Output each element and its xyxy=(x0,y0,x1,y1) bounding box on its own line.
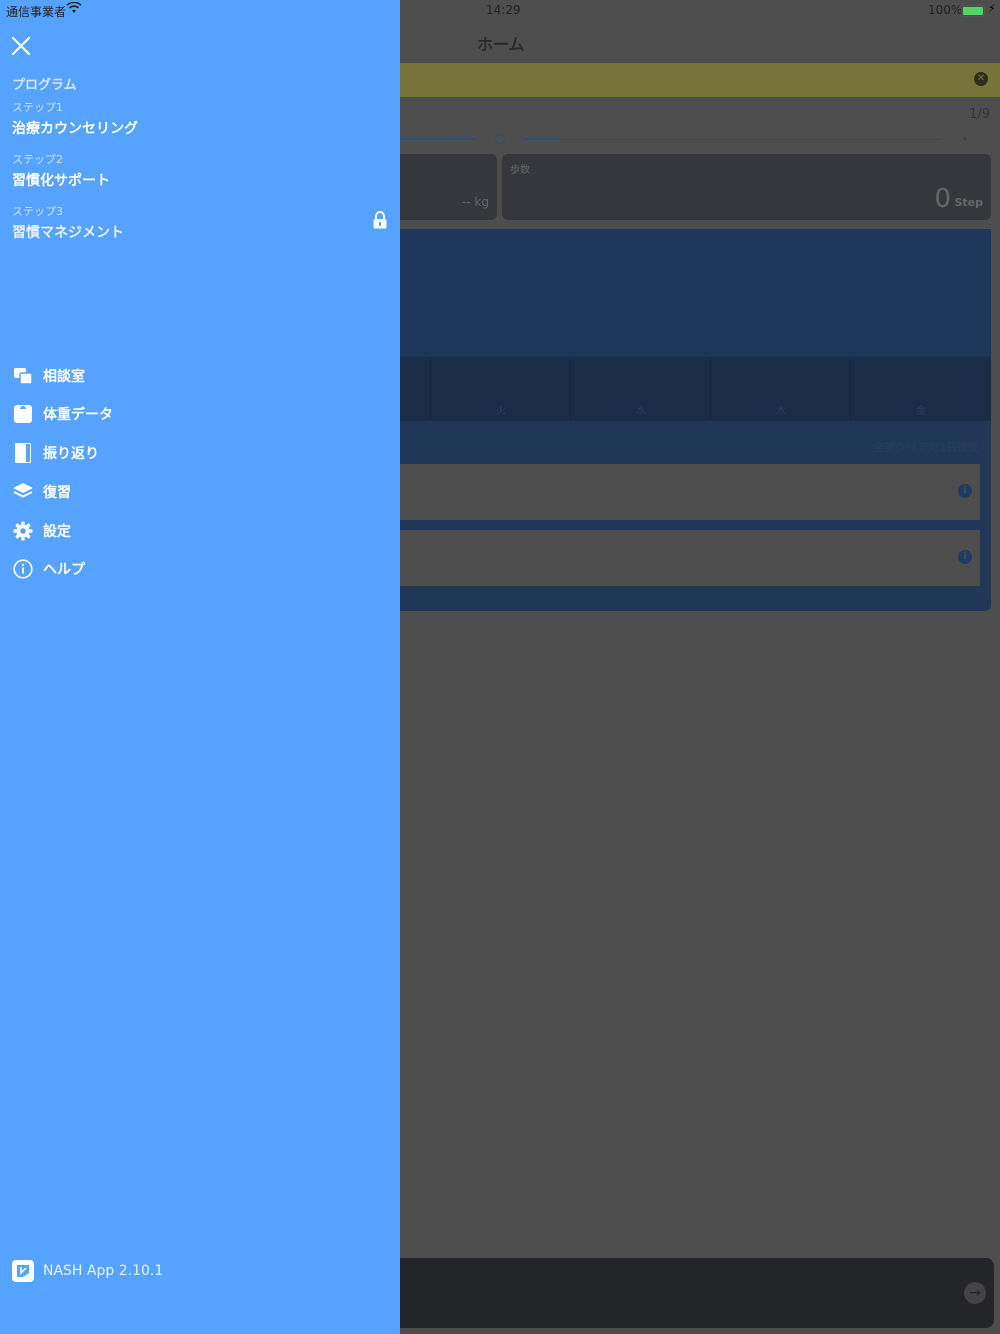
status-bar: 通信事業者 14:29 100% ⚡ xyxy=(0,0,1000,20)
page-title: ホーム xyxy=(477,35,525,54)
layers-icon xyxy=(12,481,34,503)
menu-item-consultation[interactable]: 相談室 xyxy=(12,361,382,391)
charging-icon: ⚡ xyxy=(988,2,996,15)
step-number: ステップ3 xyxy=(12,205,63,218)
progress-track xyxy=(559,139,941,140)
panel-header xyxy=(400,229,991,357)
notice-banner: ✕ xyxy=(400,63,1000,97)
day-label: 金 xyxy=(916,406,926,417)
day-label: 火 xyxy=(496,406,506,417)
close-icon[interactable]: ✕ xyxy=(974,72,988,86)
program-section-heading: プログラム xyxy=(12,78,77,93)
menu-item-help[interactable]: ヘルプ xyxy=(12,554,382,584)
side-drawer: プログラム ステップ1 治療カウンセリング ステップ2 習慣化サポート ステップ… xyxy=(0,0,400,1334)
day-cell: 金 xyxy=(850,357,991,421)
info-icon[interactable]: i xyxy=(958,484,972,498)
menu-item-label: 相談室 xyxy=(43,369,85,385)
scale-icon xyxy=(12,403,34,425)
wifi-icon xyxy=(66,1,82,17)
steps-value: 0 xyxy=(934,184,951,214)
info-icon[interactable]: i xyxy=(958,550,972,564)
progress-marker xyxy=(495,134,505,144)
step-title: 習慣マネジメント xyxy=(12,225,124,241)
steps-label: 歩数 xyxy=(510,165,530,176)
menu-item-label: 復習 xyxy=(43,485,71,501)
menu-item-revision[interactable]: 復習 xyxy=(12,477,382,507)
close-icon xyxy=(11,36,31,56)
menu-item-label: 体重データ xyxy=(43,407,113,423)
daily-tasks-panel: 火 水 木 金 全部クリアで1日達成 i i xyxy=(400,229,991,611)
day-label: 水 xyxy=(636,406,646,417)
app-version: NASH App 2.10.1 xyxy=(12,1260,163,1282)
home-screen-overlay[interactable]: ホーム ✕ 1/9 -- kg 歩数 0 Step 火 水 木 金 全部クリアで… xyxy=(400,0,1000,1334)
step-title: 習慣化サポート xyxy=(12,173,110,189)
program-step-2[interactable]: ステップ2 習慣化サポート xyxy=(12,151,382,190)
task-item[interactable]: i xyxy=(400,530,980,586)
task-item[interactable]: i xyxy=(400,464,980,520)
day-cell: 木 xyxy=(710,357,851,421)
menu-item-label: 設定 xyxy=(43,524,71,540)
clock: 14:29 xyxy=(486,3,521,17)
panel-note: 全部クリアで1日達成 xyxy=(873,441,979,454)
menu-item-weight-data[interactable]: 体重データ xyxy=(12,399,382,429)
day-cell: 火 xyxy=(430,357,571,421)
lock-icon xyxy=(372,211,388,233)
weight-card[interactable]: -- kg xyxy=(400,154,497,220)
arrow-right-icon[interactable]: → xyxy=(964,1282,986,1304)
progress-count: 1/9 xyxy=(969,107,990,122)
chat-input-bar[interactable]: → xyxy=(400,1258,994,1328)
version-label: NASH App 2.10.1 xyxy=(43,1263,164,1279)
chat-icon xyxy=(12,365,34,387)
menu-item-label: 振り返り xyxy=(43,446,99,462)
steps-card[interactable]: 歩数 0 Step xyxy=(502,154,991,220)
week-days-row: 火 水 木 金 xyxy=(400,357,991,421)
progress-track xyxy=(400,138,476,140)
step-number: ステップ2 xyxy=(12,153,63,166)
info-icon xyxy=(12,558,34,580)
steps-unit: Step xyxy=(954,196,983,209)
program-step-1[interactable]: ステップ1 治療カウンセリング xyxy=(12,99,382,138)
app-logo-icon xyxy=(12,1260,34,1282)
step-title: 治療カウンセリング xyxy=(12,121,138,137)
progress-track xyxy=(523,138,559,140)
gear-icon xyxy=(12,520,34,542)
step-number: ステップ1 xyxy=(12,101,63,114)
menu-item-settings[interactable]: 設定 xyxy=(12,516,382,546)
program-step-3[interactable]: ステップ3 習慣マネジメント xyxy=(12,203,387,242)
day-label: 木 xyxy=(776,406,786,417)
progress-end-marker xyxy=(963,137,967,141)
weight-value: -- kg xyxy=(461,195,489,209)
day-cell: 水 xyxy=(570,357,711,421)
book-icon xyxy=(12,442,34,464)
close-button[interactable] xyxy=(10,35,32,57)
menu-item-label: ヘルプ xyxy=(43,562,85,578)
menu-item-review[interactable]: 振り返り xyxy=(12,438,382,468)
carrier-label: 通信事業者 xyxy=(6,5,67,19)
battery-icon xyxy=(961,5,985,17)
battery-percentage: 100% xyxy=(928,3,963,17)
